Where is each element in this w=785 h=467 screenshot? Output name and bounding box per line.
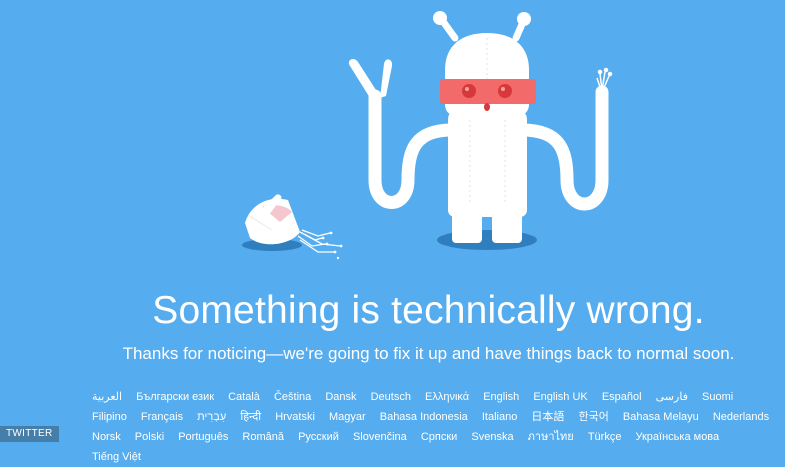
twitter-watermark: TWITTER <box>0 426 59 442</box>
language-link[interactable]: Српски <box>421 427 457 447</box>
language-link[interactable]: Svenska <box>471 427 513 447</box>
robot-mask <box>440 79 536 104</box>
language-link[interactable]: हिन्दी <box>240 407 261 427</box>
language-list: العربية Български език Català Čeština Da… <box>92 387 782 467</box>
scissors-hand <box>348 59 393 98</box>
language-link[interactable]: Deutsch <box>371 387 411 407</box>
language-link[interactable]: Español <box>602 387 642 407</box>
language-link[interactable]: ภาษาไทย <box>528 427 574 447</box>
frayed-wire-hand <box>596 67 613 91</box>
language-link[interactable]: Polski <box>135 427 164 447</box>
language-link[interactable]: فارسی <box>656 387 688 407</box>
language-link[interactable]: Norsk <box>92 427 121 447</box>
language-link[interactable]: Bahasa Indonesia <box>380 407 468 427</box>
language-link[interactable]: Magyar <box>329 407 366 427</box>
robot-mouth <box>484 103 490 111</box>
language-link[interactable]: 日本語 <box>531 407 564 427</box>
language-link[interactable]: English UK <box>533 387 587 407</box>
language-link[interactable]: Русский <box>298 427 339 447</box>
language-link[interactable]: Català <box>228 387 260 407</box>
language-link[interactable]: Ελληνικά <box>425 387 469 407</box>
language-link[interactable]: Română <box>242 427 284 447</box>
robot-torso <box>448 110 527 217</box>
language-link[interactable]: العربية <box>92 387 122 407</box>
error-robot-illustration <box>242 11 613 260</box>
language-link[interactable]: Hrvatski <box>275 407 315 427</box>
robot-left-leg <box>452 205 482 243</box>
language-link[interactable]: Italiano <box>482 407 517 427</box>
language-link[interactable]: Français <box>141 407 183 427</box>
language-link[interactable]: Suomi <box>702 387 733 407</box>
language-link[interactable]: Български език <box>136 387 214 407</box>
language-link[interactable]: Čeština <box>274 387 311 407</box>
language-link[interactable]: Nederlands <box>713 407 769 427</box>
language-link[interactable]: עִבְרִית <box>197 407 226 427</box>
robot-right-eye <box>498 84 512 98</box>
language-link[interactable]: Português <box>178 427 228 447</box>
language-link[interactable]: Slovenčina <box>353 427 407 447</box>
language-link[interactable]: Filipino <box>92 407 127 427</box>
language-link[interactable]: Bahasa Melayu <box>623 407 699 427</box>
robot-right-leg <box>492 205 522 243</box>
language-link[interactable]: Українська мова <box>636 427 720 447</box>
language-link[interactable]: Türkçe <box>588 427 622 447</box>
error-headline: Something is technically wrong. <box>152 289 705 332</box>
robot-left-eye <box>462 84 476 98</box>
language-link[interactable]: English <box>483 387 519 407</box>
language-link[interactable]: Tiếng Việt <box>92 447 141 467</box>
error-subline: Thanks for noticing—we're going to fix i… <box>122 344 735 363</box>
language-link[interactable]: Dansk <box>325 387 356 407</box>
language-link[interactable]: 한국어 <box>578 407 608 427</box>
